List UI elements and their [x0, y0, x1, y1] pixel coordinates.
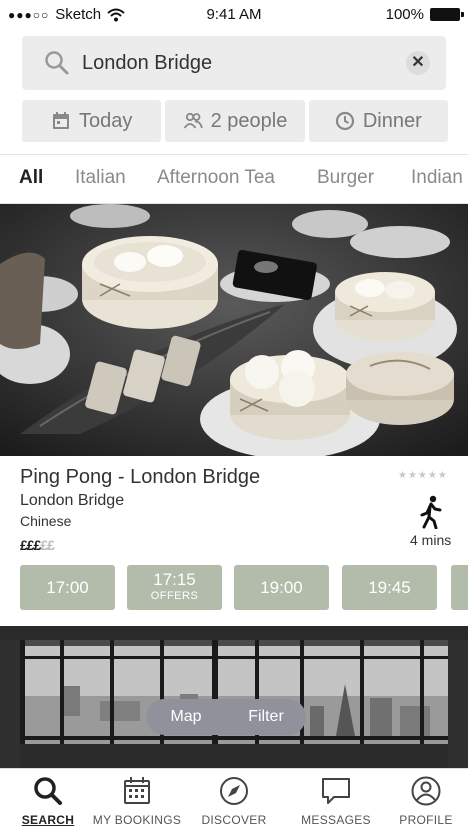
tab-italian[interactable]: Italian	[75, 167, 126, 189]
price-level: £££££	[20, 537, 55, 553]
filter-pills: Today 2 people Dinner	[22, 100, 448, 142]
meal-time-label: Dinner	[362, 109, 422, 132]
dim-sum-image	[0, 204, 468, 456]
battery-percent: 100%	[385, 6, 424, 23]
nav-search-label: SEARCH	[21, 813, 75, 827]
nav-messages-label: MESSAGES	[301, 813, 371, 827]
map-filter-toggle: Map Filter	[146, 699, 306, 735]
close-icon[interactable]: ✕	[406, 51, 430, 75]
people-icon	[183, 112, 203, 129]
nav-profile-label: PROFILE	[399, 813, 453, 827]
time-slot-time: 17:15	[153, 570, 196, 589]
search-bar[interactable]: ✕	[22, 36, 446, 90]
time-slot-time: 19:00	[260, 578, 303, 597]
nav-my-bookings[interactable]: MY BOOKINGS	[89, 775, 185, 827]
bottom-nav: SEARCH MY BOOKINGS DISCOVER MESSAGES PRO…	[0, 768, 468, 832]
party-size-button[interactable]: 2 people	[165, 100, 305, 142]
price-empty: ££	[40, 537, 55, 553]
tab-all[interactable]: All	[19, 167, 43, 189]
search-input[interactable]	[82, 46, 402, 80]
time-slots: 17:00 17:15 OFFERS 19:00 19:45	[20, 565, 468, 611]
walking-icon	[420, 495, 442, 529]
nav-discover[interactable]: DISCOVER	[186, 775, 282, 827]
time-slot-offer[interactable]: 17:15 OFFERS	[127, 565, 222, 610]
rating-stars: ★★★★★	[398, 470, 448, 481]
calendar-icon	[124, 777, 150, 804]
walk-time: 4 mins	[410, 532, 452, 548]
map-button[interactable]: Map	[146, 708, 226, 726]
nav-my-bookings-label: MY BOOKINGS	[92, 813, 182, 827]
nav-messages[interactable]: MESSAGES	[288, 775, 384, 827]
skyline-image	[0, 626, 468, 768]
restaurant-photo[interactable]	[0, 204, 468, 456]
search-icon	[34, 777, 62, 805]
meal-time-button[interactable]: Dinner	[308, 100, 448, 142]
party-size-label: 2 people	[210, 109, 288, 132]
clock-icon	[335, 111, 354, 131]
status-bar: ●●●○○ Sketch 9:41 AM 100%	[0, 0, 468, 30]
battery-icon	[430, 8, 464, 21]
filter-button[interactable]: Filter	[226, 708, 306, 726]
date-filter-label: Today	[78, 109, 133, 132]
time-slot-time: 17:00	[46, 578, 89, 597]
tab-burger[interactable]: Burger	[317, 167, 374, 189]
price-filled: £££	[20, 537, 41, 553]
restaurant-cuisine: Chinese	[20, 513, 72, 529]
time-slot[interactable]: 17:00	[20, 565, 115, 610]
time-slot-more[interactable]	[451, 565, 468, 610]
search-icon	[45, 51, 69, 75]
time-slot-time: 19:45	[368, 578, 411, 597]
status-right: 100%	[385, 6, 464, 23]
time-slot[interactable]: 19:00	[234, 565, 329, 610]
chat-icon	[322, 778, 350, 804]
time-slot[interactable]: 19:45	[342, 565, 437, 610]
offers-label: OFFERS	[150, 590, 199, 602]
restaurant-name[interactable]: Ping Pong - London Bridge	[20, 466, 260, 489]
tab-afternoon-tea[interactable]: Afternoon Tea	[157, 167, 275, 189]
calendar-icon	[52, 112, 69, 129]
category-tabs: All Italian Afternoon Tea Burger Indian	[0, 154, 468, 204]
restaurant-photo-2[interactable]	[0, 626, 468, 768]
tab-indian[interactable]: Indian	[411, 167, 463, 189]
restaurant-area: London Bridge	[20, 492, 125, 509]
nav-profile[interactable]: PROFILE	[378, 775, 468, 827]
user-icon	[411, 776, 441, 806]
nav-discover-label: DISCOVER	[201, 813, 267, 827]
compass-icon	[220, 777, 248, 805]
nav-search[interactable]: SEARCH	[0, 775, 96, 827]
date-filter-button[interactable]: Today	[22, 100, 162, 142]
